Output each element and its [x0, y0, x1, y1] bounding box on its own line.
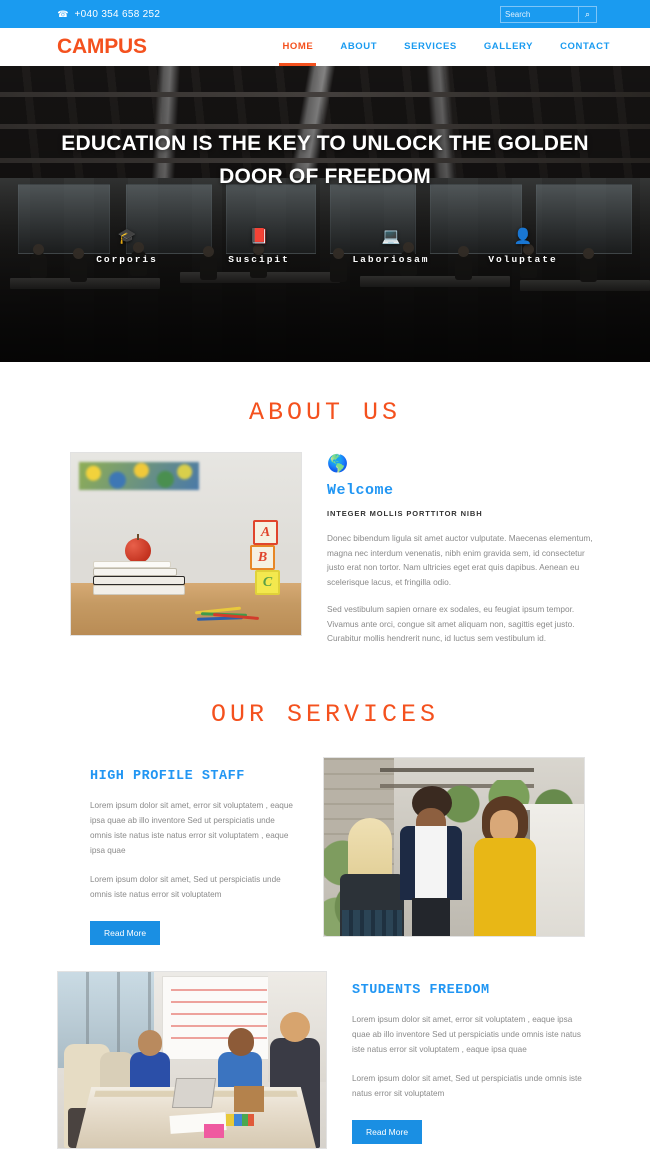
user-icon: 👤 [513, 228, 533, 246]
service-paragraph-2: Lorem ipsum dolor sit amet, Sed ut persp… [352, 1074, 582, 1099]
service-paragraph-1: Lorem ipsum dolor sit amet, error sit vo… [352, 1014, 581, 1054]
service-row-staff: HIGH PROFILE STAFF Lorem ipsum dolor sit… [0, 756, 650, 945]
about-heading: Welcome [327, 482, 394, 499]
search-icon: ⌕ [584, 8, 591, 19]
phone-contact[interactable]: ☎ +040 354 658 252 [57, 9, 160, 20]
nav-item-about[interactable]: ABOUT [340, 28, 377, 66]
services-section-title: OUR SERVICES [210, 699, 440, 729]
read-more-button[interactable]: Read More [90, 920, 161, 945]
main-navigation: HOME ABOUT SERVICES GALLERY CONTACT [279, 28, 610, 66]
service-row-freedom: STUDENTS FREEDOM Lorem ipsum dolor sit a… [0, 970, 650, 1149]
graduation-cap-icon: 🎓 [117, 228, 137, 246]
book-icon: 📕 [249, 228, 269, 246]
service-paragraph-1: Lorem ipsum dolor sit amet, error sit vo… [90, 800, 293, 856]
hero-feature-label: Suscipit [228, 254, 290, 266]
hero-feature-label: Voluptate [488, 254, 558, 266]
top-bar: ☎ +040 354 658 252 ⌕ [0, 0, 650, 28]
about-subtitle: INTEGER MOLLIS PORTTITOR NIBH [327, 509, 483, 518]
search-input[interactable] [500, 5, 578, 23]
laptop-icon: 💻 [381, 228, 401, 246]
search-button[interactable]: ⌕ [578, 5, 597, 23]
site-logo[interactable]: CAMPUS [57, 35, 147, 59]
nav-item-contact[interactable]: CONTACT [560, 28, 610, 66]
service-paragraph-2: Lorem ipsum dolor sit amet, Sed ut persp… [90, 875, 281, 900]
hero-feature-corporis[interactable]: 🎓 Corporis [61, 227, 193, 265]
services-section: OUR SERVICES HIGH PROFILE STAFF Lorem ip… [0, 646, 650, 1149]
phone-icon: ☎ [57, 8, 69, 19]
nav-item-services[interactable]: SERVICES [404, 28, 457, 66]
read-more-button[interactable]: Read More [352, 1119, 423, 1144]
hero-feature-label: Corporis [96, 254, 158, 266]
nav-item-gallery[interactable]: GALLERY [484, 28, 533, 66]
hero-feature-list: 🎓 Corporis 📕 Suscipit 💻 Laboriosam 👤 Vol… [0, 227, 650, 265]
hero-banner: EDUCATION IS THE KEY TO UNLOCK THE GOLDE… [0, 66, 650, 362]
site-header: CAMPUS HOME ABOUT SERVICES GALLERY CONTA… [0, 28, 650, 66]
hero-feature-label: Laboriosam [352, 254, 430, 266]
service-title: HIGH PROFILE STAFF [90, 768, 245, 784]
phone-number: +040 354 658 252 [74, 8, 161, 20]
about-paragraph-1: Donec bibendum ligula sit amet auctor vu… [327, 533, 593, 587]
hero-feature-voluptate[interactable]: 👤 Voluptate [457, 227, 589, 265]
service-image-students-outdoors [323, 756, 585, 937]
hero-title: EDUCATION IS THE KEY TO UNLOCK THE GOLDE… [61, 132, 589, 188]
about-paragraph-2: Sed vestibulum sapien ornare ex sodales,… [327, 604, 575, 644]
nav-item-home[interactable]: HOME [279, 28, 317, 66]
service-title: STUDENTS FREEDOM [352, 982, 490, 998]
search-form[interactable]: ⌕ [500, 5, 597, 23]
hero-feature-suscipit[interactable]: 📕 Suscipit [193, 227, 325, 265]
about-section: ABOUT US ABC 🌎 Welcome INTEGER MOLLIS PO… [0, 362, 650, 646]
hero-feature-laboriosam[interactable]: 💻 Laboriosam [325, 227, 457, 265]
globe-icon: 🌎 [327, 454, 349, 473]
about-section-title: ABOUT US [248, 398, 402, 427]
service-image-group-work [57, 970, 327, 1149]
about-image: ABC [70, 452, 302, 636]
